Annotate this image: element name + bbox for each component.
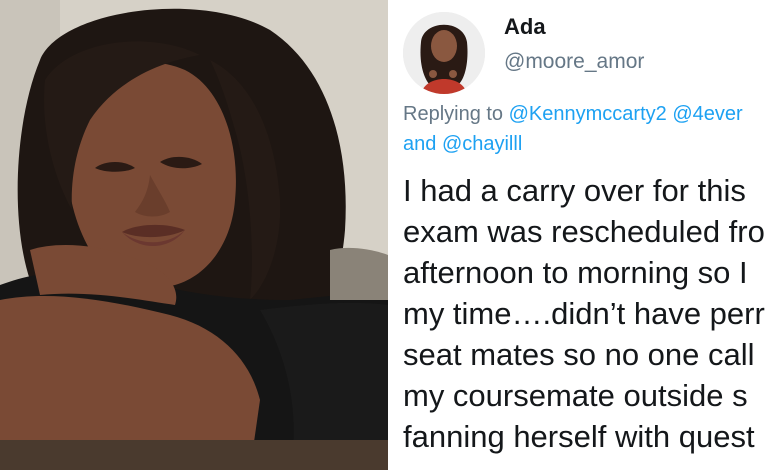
news-photo xyxy=(0,0,388,470)
author-handle[interactable]: @moore_amor xyxy=(504,50,644,74)
replying-to-line: and @chayilll xyxy=(403,130,522,158)
tweet-text-line: fanning herself with quest xyxy=(403,419,755,454)
mention-link[interactable]: @Kennymccarty2 xyxy=(509,103,667,125)
tweet-text-line: exam was rescheduled fro xyxy=(403,214,765,249)
avatar-image xyxy=(403,12,485,94)
tweet-text-line: seat mates so no one call xyxy=(403,337,755,372)
tweet-card: Ada @moore_amor Replying to @Kennymccart… xyxy=(390,0,780,470)
mention-link[interactable]: @4ever xyxy=(672,103,742,125)
author-avatar[interactable] xyxy=(403,12,485,94)
author-name[interactable]: Ada xyxy=(504,14,546,40)
tweet-text-line: I had a carry over for this xyxy=(403,173,746,208)
woman-photo-illustration xyxy=(0,0,388,470)
mention-link[interactable]: @chayilll xyxy=(442,133,522,155)
tweet-text-line: afternoon to morning so I xyxy=(403,255,748,290)
replying-to-line: Replying to @Kennymccarty2 @4ever xyxy=(403,100,743,128)
replying-and-label: and xyxy=(403,133,442,155)
tweet-text-line: my coursemate outside s xyxy=(403,378,748,413)
replying-to-label: Replying to xyxy=(403,103,509,125)
tweet-text-line: my time….didn’t have perr xyxy=(403,296,765,331)
